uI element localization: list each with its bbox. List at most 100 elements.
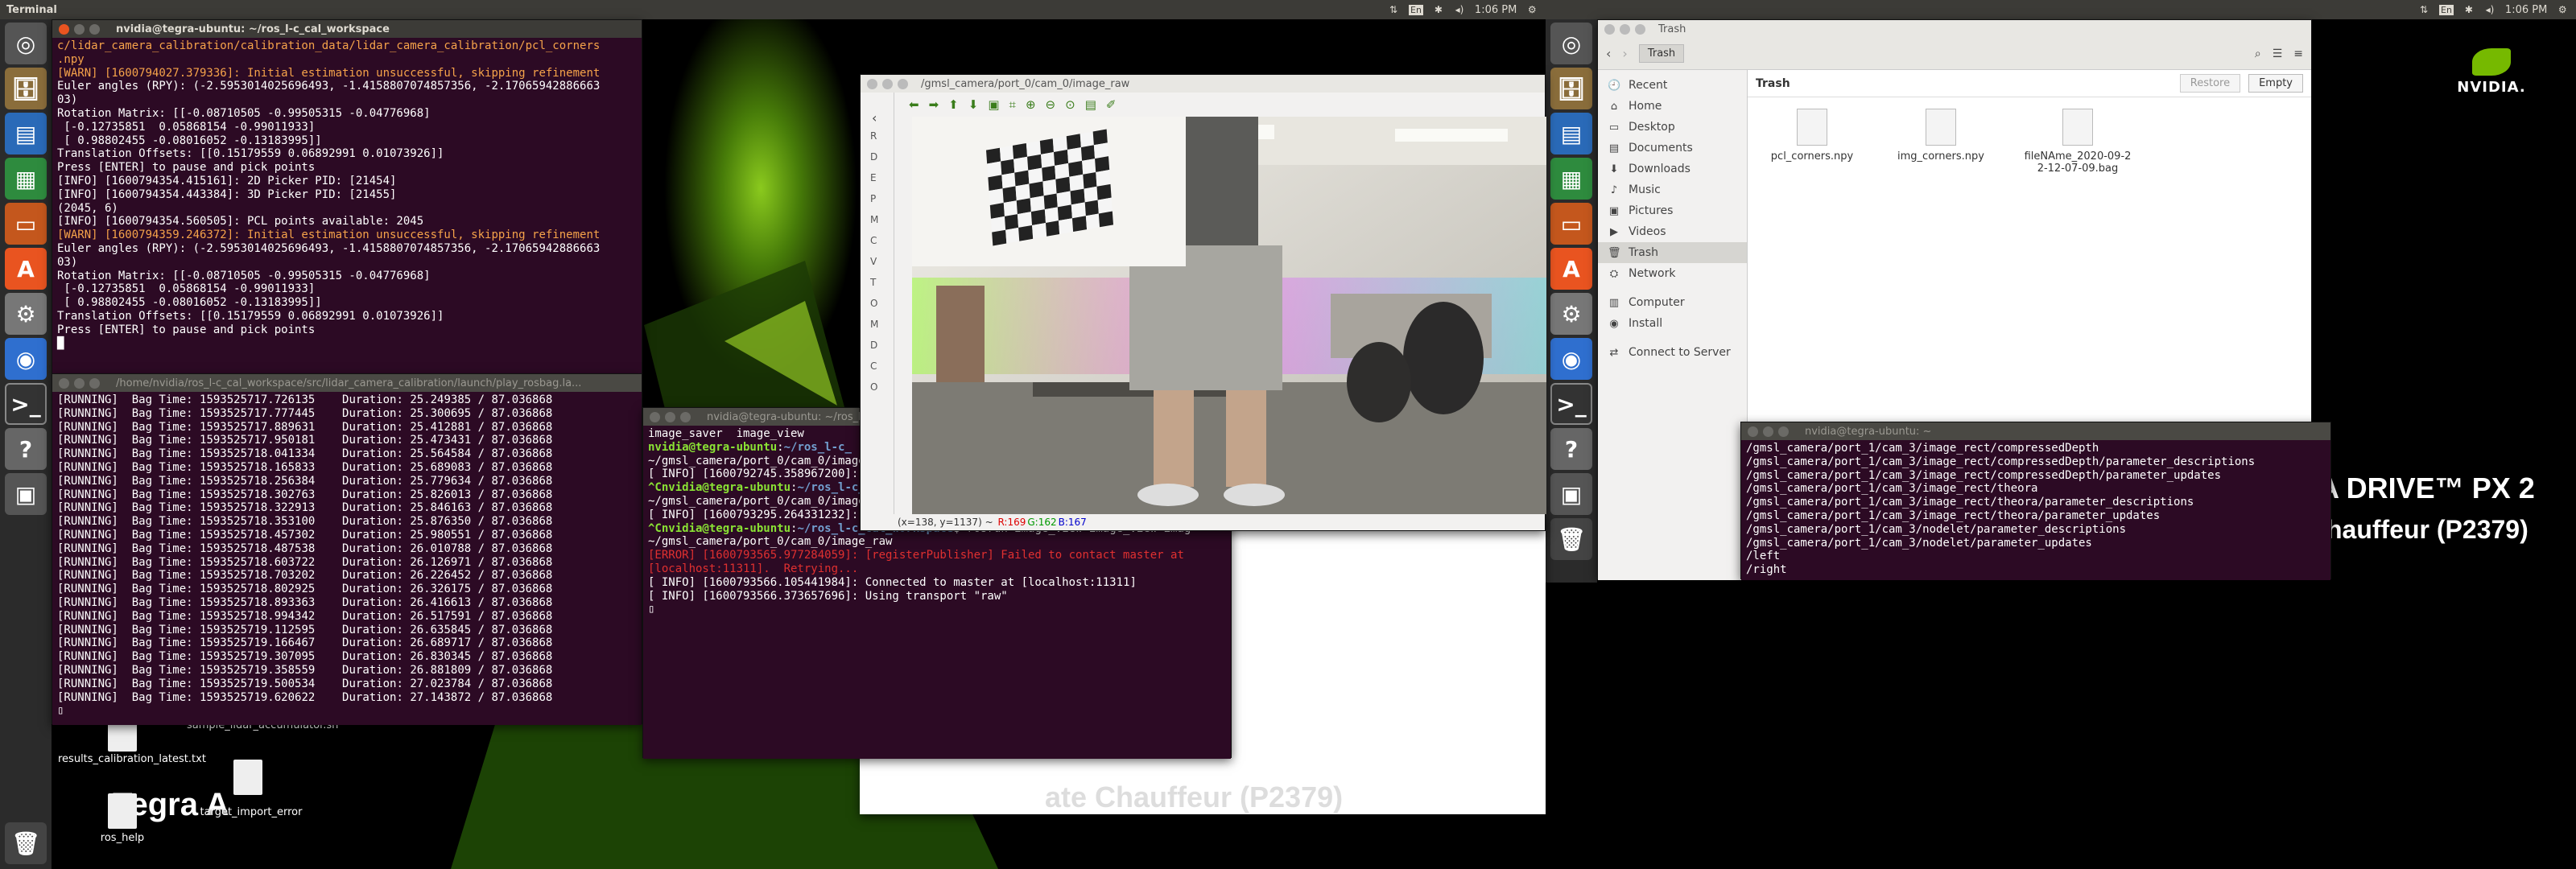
sidebar-item-trash[interactable]: 🗑 Trash — [1598, 242, 1747, 263]
drive-icon[interactable]: ▣ — [5, 473, 47, 515]
sidebar-item-install[interactable]: ◉ Install — [1598, 313, 1747, 334]
menu-icon[interactable]: ≡ — [2293, 47, 2303, 60]
chromium-icon[interactable]: ◉ — [1550, 338, 1592, 380]
save-image-icon[interactable]: ▣ — [988, 97, 999, 112]
ubuntu-dash-icon[interactable]: ◎ — [1550, 23, 1592, 64]
maximize-icon[interactable] — [1635, 23, 1645, 35]
minimize-icon[interactable] — [74, 377, 85, 389]
window-titlebar[interactable]: nvidia@tegra-ubuntu: ~ — [1741, 422, 2330, 440]
sidebar-item-connect-to-server[interactable]: ⇄ Connect to Server — [1598, 342, 1747, 363]
sidebar-item-pictures[interactable]: ▣ Pictures — [1598, 200, 1747, 221]
list-view-icon[interactable]: ☰ — [2273, 47, 2283, 60]
terminal-window-topics[interactable]: nvidia@tegra-ubuntu: ~ /gmsl_camera/port… — [1740, 422, 2331, 580]
restore-button[interactable]: Restore — [2179, 74, 2241, 93]
calc-icon[interactable]: ▦ — [5, 158, 47, 200]
terminal-window-rosbag[interactable]: /home/nvidia/ros_l-c_cal_workspace/src/l… — [52, 373, 642, 725]
keyboard-lang-indicator[interactable]: En — [1409, 4, 1423, 15]
file-icon[interactable] — [108, 793, 137, 829]
maximize-icon[interactable] — [680, 411, 691, 422]
software-center-icon[interactable]: A — [5, 248, 47, 290]
back-arrow-icon[interactable]: ‹ — [872, 110, 894, 126]
software-center-icon[interactable]: A — [1550, 248, 1592, 290]
fit-icon[interactable]: ⌗ — [1009, 97, 1016, 112]
close-icon[interactable] — [867, 78, 877, 89]
maximize-icon[interactable] — [898, 78, 908, 89]
zoom-in-icon[interactable]: ⊕ — [1026, 97, 1036, 112]
terminal-output[interactable]: /gmsl_camera/port_1/cam_3/image_rect/com… — [1741, 440, 2330, 580]
volume-icon[interactable]: ◂) — [2484, 4, 2496, 15]
bluetooth-icon[interactable]: ✱ — [1433, 4, 1444, 15]
volume-icon[interactable]: ◂) — [1454, 4, 1465, 15]
bluetooth-icon[interactable]: ✱ — [2463, 4, 2475, 15]
impress-icon[interactable]: ▭ — [1550, 203, 1592, 245]
terminal-icon[interactable]: >_ — [1550, 383, 1592, 425]
network-icon[interactable]: ⇅ — [2418, 4, 2429, 15]
window-titlebar[interactable]: Trash — [1598, 20, 2311, 38]
sidebar-item-videos[interactable]: ▶ Videos — [1598, 221, 1747, 242]
forward-arrow-icon[interactable]: › — [1622, 46, 1627, 61]
writer-icon[interactable]: ▤ — [5, 113, 47, 154]
writer-icon[interactable]: ▤ — [1550, 113, 1592, 154]
down-arrow-icon[interactable]: ⬇ — [968, 97, 979, 112]
search-icon[interactable]: ⌕ — [2255, 47, 2261, 60]
ubuntu-dash-icon[interactable]: ◎ — [5, 23, 47, 64]
back-arrow-icon[interactable]: ‹ — [1606, 46, 1611, 61]
window-titlebar[interactable]: /home/nvidia/ros_l-c_cal_workspace/src/l… — [52, 374, 642, 392]
sidebar-item-network[interactable]: ⛭ Network — [1598, 263, 1747, 284]
minimize-icon[interactable] — [665, 411, 675, 422]
path-bar-trash[interactable]: Trash — [1638, 44, 1685, 63]
minimize-icon[interactable] — [1620, 23, 1630, 35]
minimize-icon[interactable] — [1763, 426, 1773, 437]
terminal-window-calibration[interactable]: nvidia@tegra-ubuntu: ~/ros_l-c_cal_works… — [52, 19, 642, 374]
help-icon[interactable]: ? — [5, 428, 47, 470]
terminal-output[interactable]: c/lidar_camera_calibration/calibration_d… — [52, 38, 642, 374]
keyboard-lang-indicator[interactable]: En — [2439, 4, 2454, 15]
maximize-icon[interactable] — [89, 377, 100, 389]
terminal-output[interactable]: [RUNNING] Bag Time: 1593525717.726135 Du… — [52, 392, 642, 725]
settings-icon[interactable]: ⚙ — [5, 293, 47, 335]
window-titlebar[interactable]: nvidia@tegra-ubuntu: ~/ros_l-c_cal_works… — [52, 20, 642, 38]
file-icon[interactable] — [233, 760, 262, 795]
save-icon[interactable]: ▤ — [1085, 97, 1096, 112]
network-icon[interactable]: ⇅ — [1388, 4, 1399, 15]
close-icon[interactable] — [59, 377, 69, 389]
image-view-window[interactable]: /gmsl_camera/port_0/cam_0/image_raw ‹ RD… — [860, 74, 1546, 531]
sidebar-item-computer[interactable]: ▥ Computer — [1598, 292, 1747, 313]
desktop-icon-ros-help[interactable]: ros_help — [58, 832, 187, 844]
desktop-icon-results-calibration[interactable]: results_calibration_latest.txt — [58, 753, 206, 765]
drive-icon[interactable]: ▣ — [1550, 473, 1592, 515]
minimize-icon[interactable] — [74, 23, 85, 35]
minimize-icon[interactable] — [882, 78, 893, 89]
sidebar-item-recent[interactable]: 🕘 Recent — [1598, 75, 1747, 96]
window-titlebar[interactable]: /gmsl_camera/port_0/cam_0/image_raw — [861, 75, 1545, 93]
edit-icon[interactable]: ✐ — [1106, 97, 1117, 112]
sidebar-item-home[interactable]: ⌂ Home — [1598, 96, 1747, 117]
terminal-icon[interactable]: >_ — [5, 383, 47, 425]
up-arrow-icon[interactable]: ⬆ — [948, 97, 959, 112]
camera-image[interactable] — [912, 117, 1546, 514]
gear-icon[interactable]: ⚙ — [1526, 4, 1538, 15]
back-arrow-icon[interactable]: ⬅ — [909, 97, 919, 112]
clock[interactable]: 1:06 PM — [2505, 4, 2547, 16]
desktop-icon-target-import[interactable]: target_import_error — [187, 806, 316, 818]
gear-icon[interactable]: ⚙ — [2557, 4, 2568, 15]
file-item[interactable]: img_corners.npy — [1893, 109, 1989, 175]
settings-icon[interactable]: ⚙ — [1550, 293, 1592, 335]
file-item[interactable]: fileNAme_2020-09-22-12-07-09.bag — [2021, 109, 2134, 175]
clock[interactable]: 1:06 PM — [1475, 4, 1517, 16]
close-icon[interactable] — [1604, 23, 1615, 35]
sidebar-item-documents[interactable]: ▤ Documents — [1598, 138, 1747, 159]
files-icon[interactable]: 🗄 — [1550, 68, 1592, 109]
trash-icon[interactable]: 🗑 — [5, 822, 47, 864]
maximize-icon[interactable] — [1778, 426, 1789, 437]
impress-icon[interactable]: ▭ — [5, 203, 47, 245]
forward-arrow-icon[interactable]: ➡ — [929, 97, 939, 112]
zoom-out-icon[interactable]: ⊖ — [1046, 97, 1056, 112]
file-item[interactable]: pcl_corners.npy — [1764, 109, 1860, 175]
sidebar-item-music[interactable]: ♪ Music — [1598, 179, 1747, 200]
sidebar-item-downloads[interactable]: ⬇ Downloads — [1598, 159, 1747, 179]
help-icon[interactable]: ? — [1550, 428, 1592, 470]
zoom-fit-icon[interactable]: ⊙ — [1065, 97, 1075, 112]
trash-icon[interactable]: 🗑 — [1550, 518, 1592, 560]
files-icon[interactable]: 🗄 — [5, 68, 47, 109]
